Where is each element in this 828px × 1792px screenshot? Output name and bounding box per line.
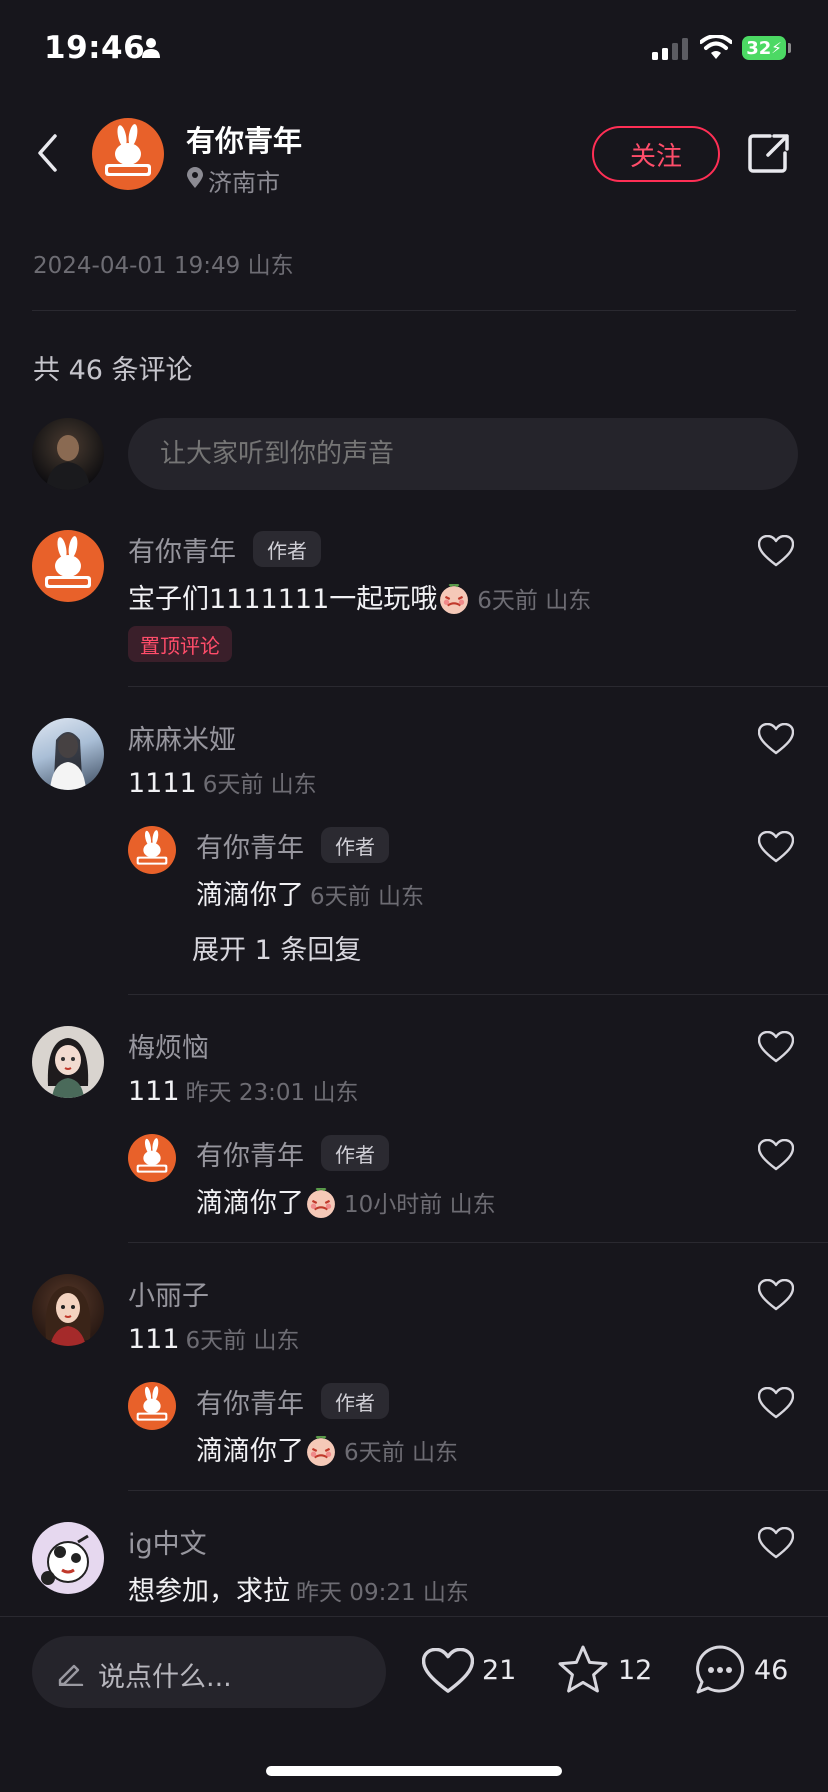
author-name[interactable]: 有你青年 [186,118,302,160]
follow-button[interactable]: 关注 [592,126,720,182]
comment-meta: 昨天 09:21 山东 [296,1580,469,1606]
divider [128,686,828,687]
like-button[interactable] [422,1648,474,1694]
divider [128,1242,828,1243]
comment-text: 111 [128,1324,180,1355]
reply-text: 滴滴你了 [196,1436,304,1467]
emoji-icon [439,584,470,614]
reply-text-row[interactable]: 滴滴你了 6天前 山东 [196,873,424,912]
reply-meta: 6天前 山东 [310,884,424,910]
reply-text-row[interactable]: 滴滴你了 10小时前 山东 [196,1181,496,1220]
back-button[interactable] [36,133,58,173]
location-text[interactable]: 济南市 [208,163,280,198]
bottom-input-placeholder[interactable]: 说点什么... [98,1655,232,1694]
pencil-icon [56,1658,84,1686]
person-icon [140,37,162,59]
comment-text: 宝子们1111111一起玩哦 [128,584,438,615]
comment-author[interactable]: 有你青年 [128,530,236,569]
current-user-avatar [32,418,104,490]
like-heart-icon[interactable] [758,723,794,755]
comment-count: 共 46 条评论 [33,355,193,386]
share-icon[interactable] [748,133,790,173]
comment-text: 想参加，求拉 [128,1576,290,1607]
divider [128,994,828,995]
battery-level: 32 [746,37,772,59]
comment-meta: 昨天 23:01 山东 [185,1080,359,1106]
like-heart-icon[interactable] [758,1031,794,1063]
emoji-icon [306,1188,336,1218]
pinned-badge: 置顶评论 [128,626,232,662]
charging-icon: ⚡ [771,39,782,57]
divider [128,1490,828,1491]
reply-author[interactable]: 有你青年 [196,1134,304,1173]
reply-meta: 6天前 山东 [344,1440,458,1466]
author-tag: 作者 [321,827,389,863]
comment-author[interactable]: 小丽子 [128,1274,209,1313]
comment-meta: 6天前 山东 [185,1328,300,1354]
author-tag: 作者 [253,531,321,567]
status-time: 19:46 [44,30,146,66]
comment-meta: 6天前 山东 [477,588,592,614]
expand-replies-button[interactable]: 展开 1 条回复 [192,928,361,967]
comment-text-row[interactable]: 1111 6天前 山东 [128,765,317,799]
home-indicator[interactable] [266,1766,562,1776]
reply-avatar[interactable] [128,826,176,874]
comment-text: 111 [128,1076,180,1107]
author-tag: 作者 [321,1135,389,1171]
comment-text-row[interactable]: 宝子们1111111一起玩哦 6天前 山东 [128,577,591,616]
comment-text-row[interactable]: 111 6天前 山东 [128,1321,300,1355]
favorite-star-icon[interactable] [556,1644,610,1696]
comment-avatar[interactable] [32,530,104,602]
emoji-icon [306,1436,336,1466]
battery-indicator: 32 ⚡ [742,36,786,60]
comment-author[interactable]: 麻麻米娅 [128,718,236,757]
like-heart-icon[interactable] [758,831,794,863]
like-count: 21 [482,1655,517,1686]
reply-meta: 10小时前 山东 [344,1192,496,1218]
reply-text: 滴滴你了 [196,1188,304,1219]
comment-count-bottom: 46 [754,1655,789,1686]
cellular-signal-icon [652,38,690,60]
comment-text: 1111 [128,768,197,799]
like-heart-icon[interactable] [758,1387,794,1419]
like-heart-icon[interactable] [758,1279,794,1311]
like-heart-icon[interactable] [758,1527,794,1559]
post-datetime: 2024-04-01 19:49 山东 [33,253,294,279]
reply-avatar[interactable] [128,1382,176,1430]
bottom-divider [0,1616,828,1617]
reply-text: 滴滴你了 [196,880,304,911]
comment-author[interactable]: 梅烦恼 [128,1026,209,1065]
comment-bubble-icon[interactable] [694,1644,746,1696]
reply-avatar[interactable] [128,1134,176,1182]
divider [32,310,796,311]
reply-author[interactable]: 有你青年 [196,826,304,865]
comment-avatar[interactable] [32,1274,104,1346]
comment-text-row[interactable]: 想参加，求拉 昨天 09:21 山东 [128,1569,469,1608]
favorite-count: 12 [618,1655,653,1686]
reply-text-row[interactable]: 滴滴你了 6天前 山东 [196,1429,458,1468]
author-avatar[interactable] [92,118,164,190]
wifi-icon [700,35,732,61]
comment-avatar[interactable] [32,1026,104,1098]
comment-input[interactable] [160,439,720,469]
battery-nub [788,43,791,53]
location-pin-icon [186,167,204,189]
comment-meta: 6天前 山东 [202,772,317,798]
like-heart-icon[interactable] [758,535,794,567]
author-tag: 作者 [321,1383,389,1419]
comment-author[interactable]: ig中文 [128,1522,207,1561]
comment-avatar[interactable] [32,718,104,790]
reply-author[interactable]: 有你青年 [196,1382,304,1421]
comment-avatar[interactable] [32,1522,104,1594]
comment-text-row[interactable]: 111 昨天 23:01 山东 [128,1073,358,1107]
like-heart-icon[interactable] [758,1139,794,1171]
